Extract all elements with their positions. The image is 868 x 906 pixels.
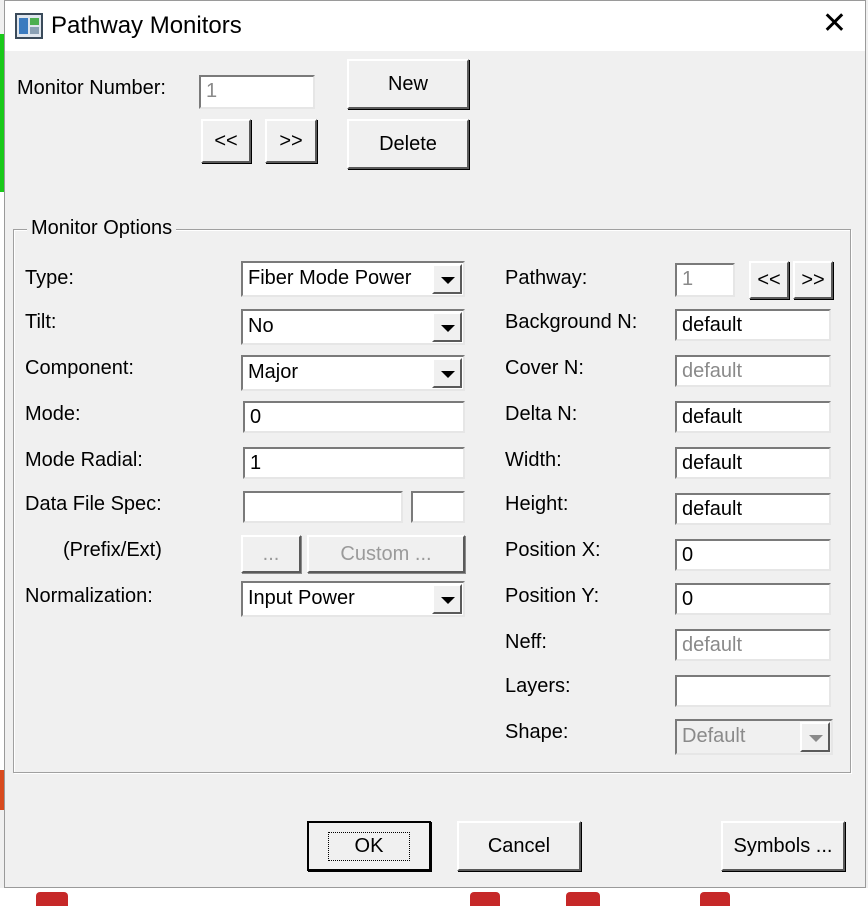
chevron-down-icon[interactable] — [432, 358, 462, 388]
data-file-prefix-field[interactable] — [243, 491, 403, 523]
prefix-ext-label: (Prefix/Ext) — [63, 539, 162, 561]
pathway-next-button[interactable]: >> — [793, 261, 833, 299]
width-field[interactable]: default — [675, 447, 831, 479]
title-bar[interactable]: Pathway Monitors ✕ — [5, 1, 865, 51]
delete-button[interactable]: Delete — [347, 119, 469, 169]
tilt-select[interactable]: No — [241, 309, 465, 345]
tilt-label: Tilt: — [25, 311, 57, 333]
monitor-number-label: Monitor Number: — [17, 77, 166, 99]
position-x-label: Position X: — [505, 539, 601, 561]
cover-n-field[interactable]: default — [675, 355, 831, 387]
position-x-field[interactable]: 0 — [675, 539, 831, 571]
neff-field[interactable]: default — [675, 629, 831, 661]
type-select[interactable]: Fiber Mode Power — [241, 261, 465, 297]
background-n-field[interactable]: default — [675, 309, 831, 341]
delta-n-label: Delta N: — [505, 403, 578, 425]
normalization-select-value: Input Power — [248, 587, 355, 609]
height-label: Height: — [505, 493, 569, 515]
ok-button[interactable]: OK — [307, 821, 431, 871]
mode-radial-field[interactable]: 1 — [243, 447, 465, 479]
layers-label: Layers: — [505, 675, 571, 697]
data-file-ext-field[interactable] — [411, 491, 465, 523]
monitor-prev-button[interactable]: << — [201, 119, 251, 163]
shape-select-value: Default — [682, 725, 746, 747]
monitor-options-title: Monitor Options — [27, 217, 177, 240]
component-label: Component: — [25, 357, 134, 379]
type-select-value: Fiber Mode Power — [248, 267, 412, 289]
shape-label: Shape: — [505, 721, 569, 743]
pathway-monitors-dialog: Pathway Monitors ✕ Monitor Number: 1 << … — [4, 0, 866, 888]
browse-button[interactable]: ... — [241, 535, 301, 573]
background-shape — [566, 892, 600, 906]
background-shape — [470, 892, 500, 906]
cover-n-label: Cover N: — [505, 357, 584, 379]
position-y-field[interactable]: 0 — [675, 583, 831, 615]
chevron-down-icon[interactable] — [800, 722, 830, 752]
mode-field[interactable]: 0 — [243, 401, 465, 433]
position-y-label: Position Y: — [505, 585, 600, 607]
new-button[interactable]: New — [347, 59, 469, 109]
component-select-value: Major — [248, 361, 299, 383]
background-shape — [700, 892, 730, 906]
ok-button-label: OK — [327, 831, 411, 861]
tilt-select-value: No — [248, 315, 274, 337]
data-file-spec-label: Data File Spec: — [25, 493, 162, 515]
component-select[interactable]: Major — [241, 355, 465, 391]
background-shape — [36, 892, 68, 906]
layers-field[interactable] — [675, 675, 831, 707]
chevron-down-icon[interactable] — [432, 312, 462, 342]
close-icon[interactable]: ✕ — [822, 9, 847, 39]
background-app-bottom — [0, 888, 868, 906]
chevron-down-icon[interactable] — [432, 264, 462, 294]
delta-n-field[interactable]: default — [675, 401, 831, 433]
pathway-prev-button[interactable]: << — [749, 261, 789, 299]
monitor-number-field[interactable]: 1 — [199, 75, 315, 109]
background-n-label: Background N: — [505, 311, 638, 333]
normalization-select[interactable]: Input Power — [241, 581, 465, 617]
normalization-label: Normalization: — [25, 585, 153, 607]
pathway-field[interactable]: 1 — [675, 263, 735, 297]
custom-button[interactable]: Custom ... — [307, 535, 465, 573]
height-field[interactable]: default — [675, 493, 831, 525]
symbols-button[interactable]: Symbols ... — [721, 821, 845, 871]
pathway-label: Pathway: — [505, 267, 588, 289]
mode-label: Mode: — [25, 403, 81, 425]
neff-label: Neff: — [505, 631, 547, 653]
monitor-next-button[interactable]: >> — [265, 119, 317, 163]
type-label: Type: — [25, 267, 74, 289]
chevron-down-icon[interactable] — [432, 584, 462, 614]
cancel-button[interactable]: Cancel — [457, 821, 581, 871]
width-label: Width: — [505, 449, 562, 471]
shape-select[interactable]: Default — [675, 719, 833, 755]
window-title: Pathway Monitors — [51, 12, 242, 39]
mode-radial-label: Mode Radial: — [25, 449, 143, 471]
app-icon — [15, 13, 43, 39]
